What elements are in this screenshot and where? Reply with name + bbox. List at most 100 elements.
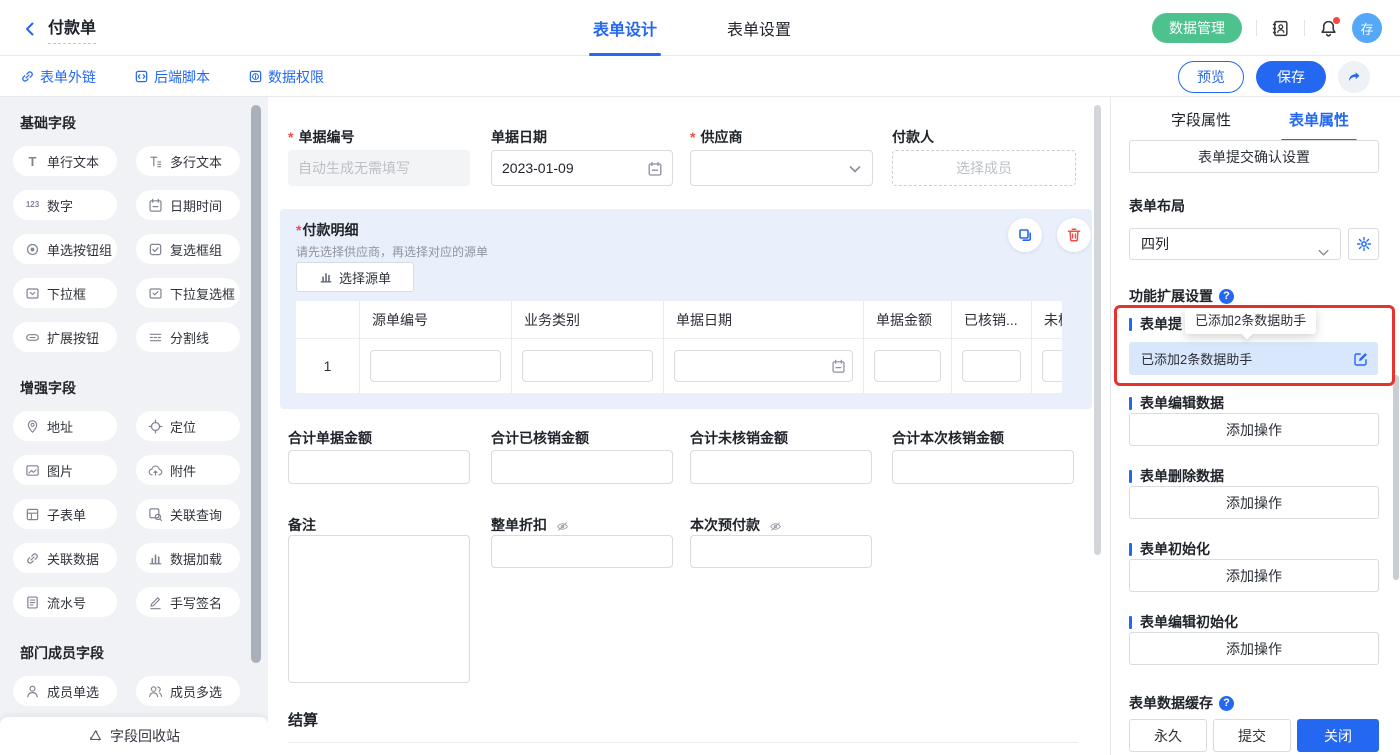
edit-init-add-action-button[interactable]: 添加操作	[1129, 632, 1379, 665]
sidebar-item-member-single[interactable]: 成员单选	[13, 676, 117, 706]
cache-option-close[interactable]: 关闭	[1297, 719, 1379, 752]
sidebar-item-label: 下拉复选框	[170, 284, 235, 303]
table-header-index	[296, 301, 359, 339]
sidebar-item-dropdown[interactable]: 下拉框	[13, 278, 117, 308]
sidebar-item-image[interactable]: 图片	[13, 455, 117, 485]
sidebar-item-multi-text[interactable]: 多行文本	[136, 146, 240, 176]
field-label-supplier: 供应商	[690, 127, 742, 147]
subform-icon	[25, 507, 40, 522]
back-icon[interactable]	[22, 20, 38, 38]
page-title[interactable]: 付款单	[48, 14, 96, 44]
data-permission-link[interactable]: 数据权限	[248, 67, 324, 87]
data-cache-label: 表单数据缓存	[1129, 693, 1213, 713]
layout-settings-gear-button[interactable]	[1348, 228, 1379, 260]
sidebar-item-number[interactable]: 123数字	[13, 190, 117, 220]
calendar-icon[interactable]	[647, 160, 663, 178]
linked-query-icon	[148, 507, 163, 522]
user-avatar[interactable]: 存	[1352, 13, 1382, 43]
contacts-book-icon[interactable]	[1271, 19, 1290, 38]
doc-date-input[interactable]	[491, 150, 673, 186]
sidebar-item-label: 多行文本	[170, 152, 222, 171]
cell-input-written-off[interactable]	[962, 350, 1021, 382]
sidebar-item-subform[interactable]: 子表单	[13, 499, 117, 529]
sidebar-item-multi-dropdown[interactable]: 下拉复选框	[136, 278, 240, 308]
field-label-prepayment: 本次预付款	[690, 515, 782, 535]
tab-form-properties[interactable]: 表单属性	[1289, 97, 1349, 142]
sidebar-item-locate[interactable]: 定位	[136, 411, 240, 441]
cache-option-submit[interactable]: 提交	[1213, 719, 1291, 752]
delete-data-add-action-button[interactable]: 添加操作	[1129, 486, 1379, 519]
tab-field-properties[interactable]: 字段属性	[1171, 97, 1231, 142]
divider-icon	[148, 330, 163, 345]
init-section-title: 表单初始化	[1129, 539, 1210, 559]
sidebar-item-linked-data[interactable]: 关联数据	[13, 543, 117, 573]
sidebar-item-extend-button[interactable]: 扩展按钮	[13, 322, 117, 352]
sidebar-item-attachment[interactable]: 附件	[136, 455, 240, 485]
sidebar-item-address[interactable]: 地址	[13, 411, 117, 441]
sidebar-item-single-text[interactable]: T单行文本	[13, 146, 117, 176]
payer-input[interactable]	[892, 150, 1076, 186]
field-label-payer: 付款人	[892, 127, 934, 147]
cell-input-business-type[interactable]	[522, 350, 653, 382]
sidebar-item-label: 成员多选	[170, 682, 222, 701]
submit-confirm-settings-button[interactable]: 表单提交确认设置	[1129, 140, 1379, 173]
form-external-link[interactable]: 表单外链	[20, 67, 96, 87]
edit-data-add-action-button[interactable]: 添加操作	[1129, 413, 1379, 446]
total-current-written-off-input[interactable]	[892, 450, 1074, 484]
calendar-icon	[831, 358, 846, 376]
data-manage-button[interactable]: 数据管理	[1152, 13, 1242, 43]
tab-form-settings[interactable]: 表单设置	[727, 0, 791, 56]
edit-icon[interactable]	[1353, 350, 1369, 367]
share-button[interactable]	[1338, 61, 1370, 93]
remark-textarea[interactable]	[288, 535, 470, 683]
doc-number-input[interactable]	[288, 150, 470, 186]
total-doc-amount-input[interactable]	[288, 450, 470, 484]
prepayment-input[interactable]	[690, 535, 872, 568]
panel-scrollbar[interactable]	[1393, 375, 1399, 580]
cell-input-doc-amount[interactable]	[874, 350, 941, 382]
notification-bell-icon[interactable]	[1319, 19, 1338, 38]
cell-input-not-written-off[interactable]	[1042, 350, 1062, 382]
section-accent-bar	[1129, 543, 1132, 556]
extension-settings-label: 功能扩展设置	[1129, 286, 1213, 306]
cell-input-source-number[interactable]	[370, 350, 501, 382]
delete-subform-button[interactable]	[1057, 218, 1091, 252]
eye-off-icon	[769, 517, 782, 533]
help-icon[interactable]	[1219, 289, 1234, 304]
init-add-action-button[interactable]: 添加操作	[1129, 559, 1379, 592]
sidebar-item-serial-number[interactable]: 流水号	[13, 587, 117, 617]
sidebar-scrollbar[interactable]	[251, 105, 261, 663]
backend-script-link[interactable]: 后端脚本	[134, 67, 210, 87]
total-written-off-input[interactable]	[491, 450, 673, 484]
sidebar-item-checkbox-group[interactable]: 复选框组	[136, 234, 240, 264]
copy-subform-button[interactable]	[1008, 218, 1042, 252]
assistant-tooltip-text: 已添加2条数据助手	[1195, 313, 1306, 328]
sidebar-item-radio-group[interactable]: 单选按钮组	[13, 234, 117, 264]
total-not-written-off-input[interactable]	[690, 450, 872, 484]
settlement-divider	[288, 742, 1078, 743]
sidebar-item-divider-line[interactable]: 分割线	[136, 322, 240, 352]
help-icon[interactable]	[1219, 696, 1234, 711]
discount-input[interactable]	[491, 535, 673, 568]
panel-tabs: 字段属性 表单属性	[1111, 97, 1400, 142]
sidebar-item-member-multi[interactable]: 成员多选	[136, 676, 240, 706]
canvas-scrollbar[interactable]	[1094, 105, 1101, 555]
layout-select[interactable]: 四列	[1129, 228, 1341, 260]
save-button[interactable]: 保存	[1256, 61, 1326, 93]
sidebar-item-data-load[interactable]: 数据加载	[136, 543, 240, 573]
cell-input-doc-date[interactable]	[674, 350, 853, 382]
select-source-button[interactable]: 选择源单	[296, 262, 414, 292]
tab-form-design[interactable]: 表单设计	[593, 0, 657, 56]
sidebar-item-linked-query[interactable]: 关联查询	[136, 499, 240, 529]
cache-option-permanent[interactable]: 永久	[1129, 719, 1207, 752]
doc-date-value[interactable]	[492, 151, 642, 185]
sidebar-item-datetime[interactable]: 日期时间	[136, 190, 240, 220]
field-recycle-bin[interactable]: 字段回收站	[0, 717, 268, 755]
supplier-select[interactable]	[690, 150, 873, 186]
field-sidebar: 基础字段 T单行文本 多行文本 123数字 日期时间 单选按钮组 复选框组 下拉…	[0, 97, 268, 755]
sidebar-item-signature[interactable]: 手写签名	[136, 587, 240, 617]
payment-detail-section[interactable]: 付款明细 请先选择供应商，再选择对应的源单 选择源单 1 源单编号 业务类别	[280, 209, 1092, 409]
layout-select-value: 四列	[1141, 236, 1169, 252]
preview-button[interactable]: 预览	[1178, 61, 1244, 93]
data-assistant-row[interactable]: 已添加2条数据助手	[1129, 342, 1378, 375]
